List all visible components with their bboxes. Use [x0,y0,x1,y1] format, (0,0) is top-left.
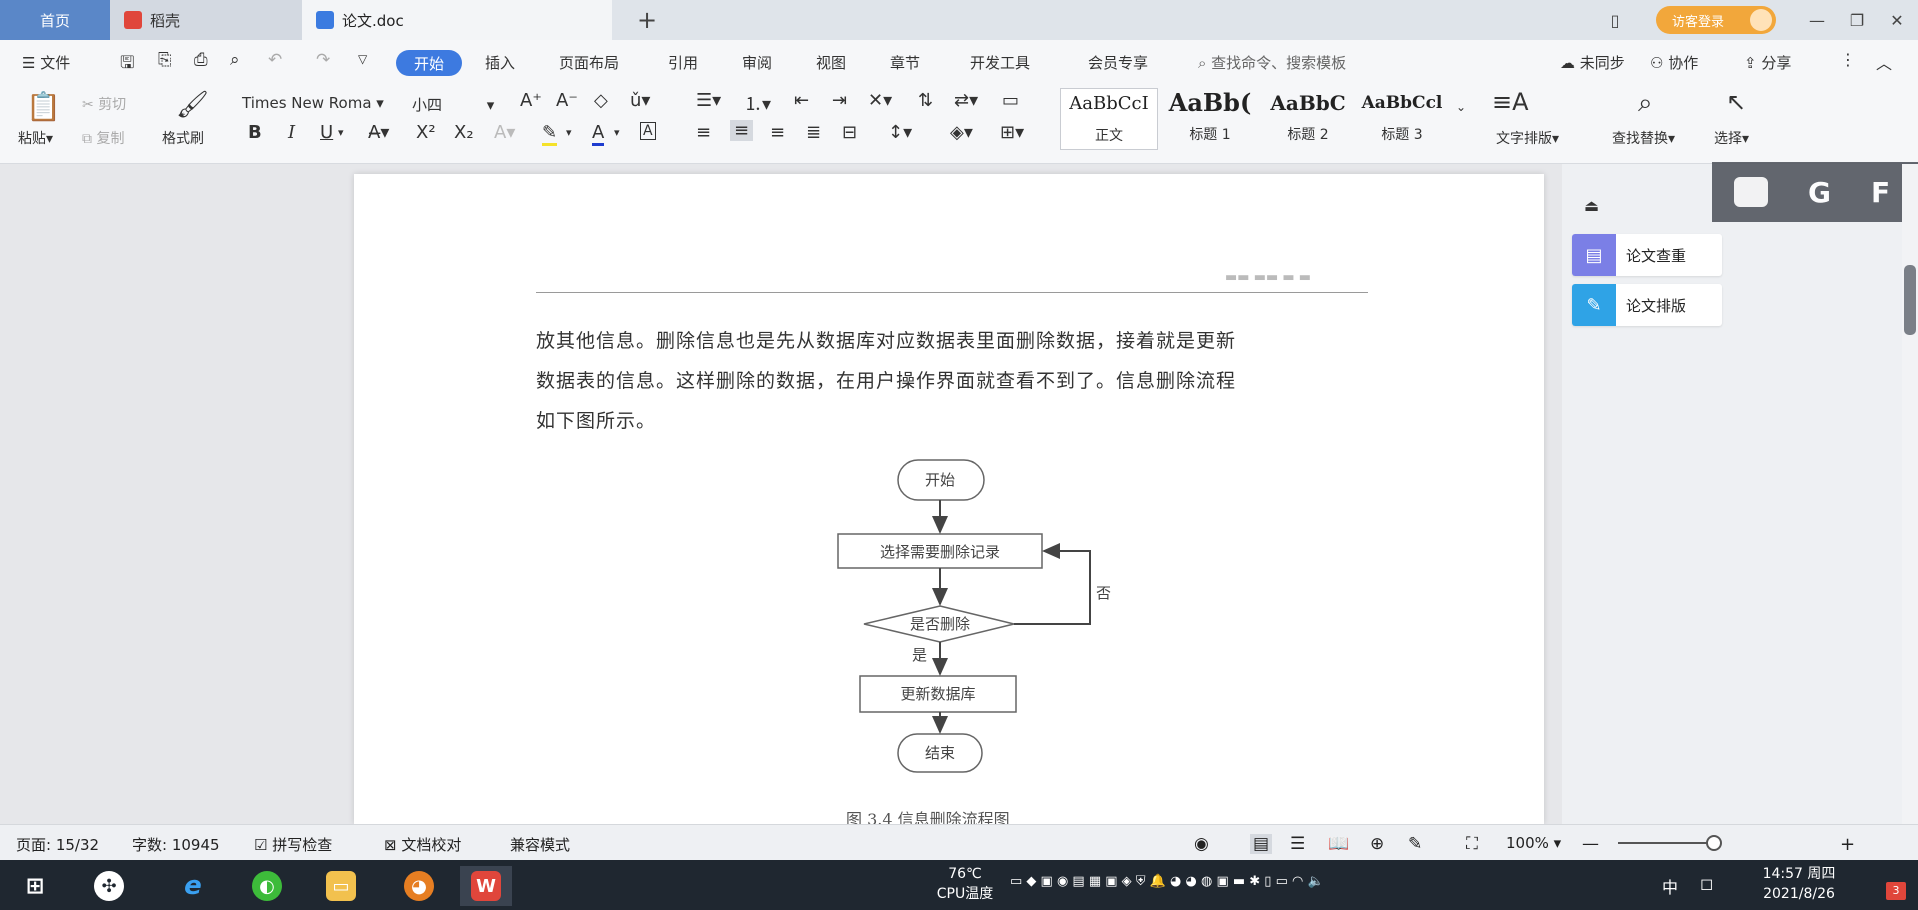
ime-mode-icon[interactable]: ◻ [1700,874,1713,893]
paper-format-label: 论文排版 [1626,296,1687,315]
vertical-scrollbar[interactable] [1902,164,1918,824]
panel-collapse-icon[interactable]: ⏏ [1584,196,1599,215]
floating-letter-g[interactable]: G [1808,176,1831,209]
zoom-slider[interactable] [1618,842,1714,844]
spell-check-button[interactable]: ☑ 拼写检查 [254,834,332,855]
file-explorer-icon[interactable]: ▭ [318,866,364,906]
green-browser-icon[interactable]: ◐ [244,866,290,906]
reading-view-icon[interactable]: 📖 [1328,834,1349,854]
wps-window: 首页 稻壳 论文.doc + ▯ 访客登录 — ❐ ✕ ☰ 文件 🖫 ⎘ ⎙ ⌕… [0,0,1918,910]
proofread-label: 文档校对 [401,836,462,854]
proofread-button[interactable]: ⊠ 文档校对 [384,834,461,855]
outline-view-icon[interactable]: ☰ [1290,834,1305,854]
no-label: 否 [1096,584,1111,602]
ime-indicator[interactable]: 中 [1662,874,1678,898]
floating-toolbar: G F [1712,162,1918,222]
paper-check-label: 论文查重 [1626,246,1687,265]
paper-format-button[interactable]: ✎ 论文排版 [1572,284,1722,326]
arrow-no-loop [1014,543,1091,625]
floating-letter-f[interactable]: F [1871,176,1890,209]
word-count[interactable]: 字数: 10945 [132,834,220,855]
page-indicator[interactable]: 页面: 15/32 [16,834,99,855]
app-fan-icon[interactable]: ✣ [86,866,132,906]
proofread-icon: ⊠ [384,836,402,854]
start-label: 开始 [925,471,955,489]
zoom-select[interactable]: 100% ▾ [1506,834,1561,852]
clock-date: 2021/8/26 [1763,886,1835,902]
cpu-label: CPU温度 [936,886,994,902]
fit-page-icon[interactable]: ⛶ [1466,834,1478,854]
app-mascot-icon[interactable]: ◕ [396,866,442,906]
decision-label: 是否删除 [910,615,970,633]
paper-check-icon: ▤ [1572,234,1616,276]
zoom-value: 100% [1506,834,1549,852]
windows-start-icon[interactable]: ⊞ [12,866,58,906]
select-record-label: 选择需要删除记录 [880,543,1000,561]
eye-protect-icon[interactable]: ◉ [1194,834,1209,854]
compat-mode: 兼容模式 [510,836,571,854]
scrollbar-thumb[interactable] [1904,265,1916,335]
paper-format-icon: ✎ [1572,284,1616,326]
spell-check-label: 拼写检查 [272,836,333,854]
cpu-temperature: 76℃ CPU温度 [930,864,1000,904]
update-db-label: 更新数据库 [900,685,975,703]
temperature-value: 76℃ [948,866,982,882]
clock-time: 14:57 周四 [1762,866,1836,882]
yes-label: 是 [912,646,927,664]
web-view-icon[interactable]: ⊕ [1370,834,1384,854]
taskbar-clock[interactable]: 14:57 周四 2021/8/26 [1744,864,1854,904]
write-mode-icon[interactable]: ✎ [1408,834,1422,854]
zoom-in-icon[interactable]: + [1840,834,1855,855]
ie-browser-icon[interactable]: e [170,866,216,906]
zoom-out-icon[interactable]: — [1582,834,1599,854]
notification-badge[interactable]: 3 [1886,882,1906,900]
paper-check-button[interactable]: ▤ 论文查重 [1572,234,1722,276]
floating-app-icon[interactable] [1734,177,1768,207]
checkbox-icon: ☑ [254,836,273,854]
page-view-icon[interactable]: ▤ [1250,834,1273,854]
end-label: 结束 [925,744,955,762]
zoom-slider-knob[interactable] [1706,835,1722,851]
tray-icons[interactable]: ▭ ◆ ▣ ◉ ▤ ▦ ▣ ◈ ⛨ 🔔 ◕ ◕ ◍ ▣ ▬ ✱ ▯ ▭ ◠ 🔈 [1010,874,1324,889]
wps-taskbar-icon[interactable]: W [460,866,512,906]
